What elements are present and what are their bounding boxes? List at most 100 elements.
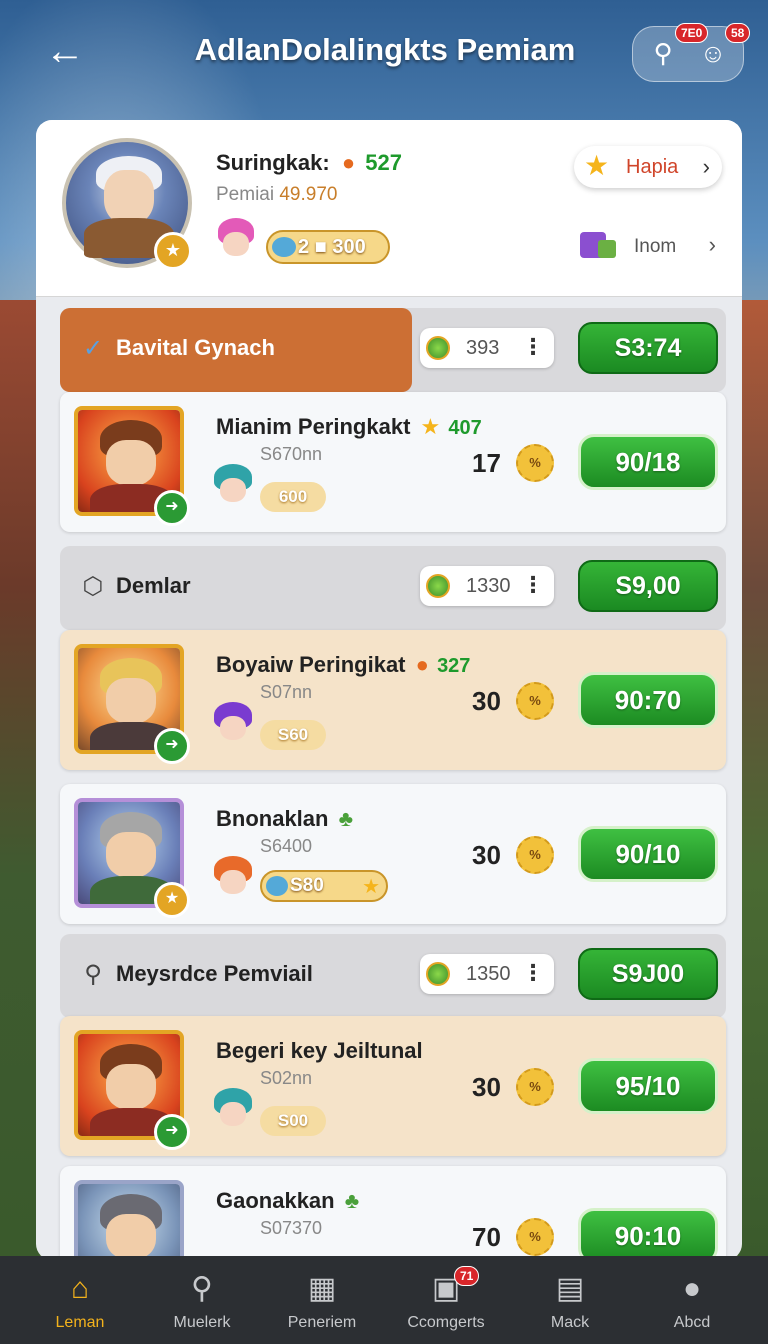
card-buy-button[interactable]: 95/10 <box>578 1058 718 1114</box>
section-header-meysrdce: ⚲ Meysrdce Pemviail 1350 ⋮ S9J00 <box>60 934 726 1018</box>
discount-badge-icon: % <box>516 836 554 874</box>
section-header-bavital: ✓ Bavital Gynach 393 ⋮ S3:74 <box>60 308 726 392</box>
companion-avatar <box>210 856 256 906</box>
section-price-button[interactable]: S9J00 <box>578 948 718 1000</box>
reward-card[interactable]: ➜ Mianim Peringkakt ★ 407 S670nn 600 17 … <box>60 392 726 532</box>
card-name: Mianim Peringkakt <box>216 414 411 439</box>
card-buy-button[interactable]: 90:70 <box>578 672 718 728</box>
more-icon: ⋮ <box>522 334 544 359</box>
inom-label: Inom <box>634 236 677 257</box>
companion-avatar <box>210 1088 256 1138</box>
discount-badge-icon: % <box>516 444 554 482</box>
companion-avatar <box>210 702 256 752</box>
top-bar: ← AdlanDolalingkts Pemiam ⚲ ☺ 7E0 58 <box>0 0 768 110</box>
card-count: 30 <box>472 686 501 716</box>
inom-link[interactable]: Inom › <box>580 228 720 268</box>
reward-card[interactable]: ➜ Boyaiw Peringikat ● 327 S07nn S60 30 %… <box>60 630 726 770</box>
card-buy-button[interactable]: 90:10 <box>578 1208 718 1260</box>
section-stat-value: 393 <box>466 337 500 359</box>
section-stat[interactable]: 1350 ⋮ <box>420 954 554 994</box>
card-count: 30 <box>472 840 501 870</box>
go-arrow-icon[interactable]: ➜ <box>154 1114 190 1150</box>
notification-badge: 7E0 <box>675 23 709 43</box>
card-name: Begeri key Jeiltunal <box>216 1038 423 1063</box>
clover-icon: ♣ <box>338 806 354 831</box>
nav-label: Muelerk <box>173 1314 231 1331</box>
player-sub-value: 49.970 <box>279 184 338 205</box>
section-tab[interactable]: ⬡ Demlar <box>60 546 412 630</box>
go-arrow-icon[interactable]: ➜ <box>154 728 190 764</box>
clover-icon: ♣ <box>344 1188 360 1213</box>
nav-item-inventory[interactable]: ▤ Mack <box>506 1256 634 1344</box>
hero-portrait <box>74 1180 184 1260</box>
rank-star-icon: ★ <box>154 882 190 918</box>
card-name-value: 327 <box>437 655 471 677</box>
nav-item-search[interactable]: ⚲ Muelerk <box>138 1256 266 1344</box>
reward-card[interactable]: Gaonakkan ♣ S07370 70 % 90:10 <box>60 1166 726 1260</box>
orb-icon <box>426 336 450 360</box>
card-buy-button[interactable]: 90/18 <box>578 434 718 490</box>
companion-avatar <box>214 218 258 266</box>
back-arrow-icon[interactable]: ← <box>42 28 88 74</box>
nav-item-grid[interactable]: ▦ Peneriem <box>258 1256 386 1344</box>
nav-item-home[interactable]: ⌂ Leman <box>16 1256 144 1344</box>
friends-badge: 58 <box>725 23 751 43</box>
chevron-right-icon: › <box>702 154 710 179</box>
rank-star-icon: ★ <box>154 232 192 270</box>
section-stat[interactable]: 393 ⋮ <box>420 328 554 368</box>
discount-badge-icon: % <box>516 682 554 720</box>
orb-icon <box>426 962 450 986</box>
nav-label: Ccomgerts <box>407 1314 485 1331</box>
card-subtitle: S670nn <box>260 444 323 464</box>
discount-badge-icon: % <box>516 1218 554 1256</box>
card-cost-pill: S60 <box>260 720 326 750</box>
card-name: Bnonaklan <box>216 806 329 831</box>
section-price-button[interactable]: S9,00 <box>578 560 718 612</box>
section-tab[interactable]: ✓ Bavital Gynach <box>60 308 412 392</box>
hapia-label: Hapia <box>626 156 679 178</box>
gem-icon <box>272 237 296 257</box>
companion-avatar <box>210 464 256 514</box>
section-label: Demlar <box>116 573 191 598</box>
player-profile: ★ Suringkak: ● 527 Pemiai 49.970 2 ■ 300… <box>36 120 742 297</box>
card-subtitle: S02nn <box>260 1068 313 1088</box>
section-stat[interactable]: 1330 ⋮ <box>420 566 554 606</box>
section-tab[interactable]: ⚲ Meysrdce Pemviail <box>60 934 412 1018</box>
profile-icon: ● <box>682 1272 702 1305</box>
nav-item-profile[interactable]: ● Abcd <box>628 1256 756 1344</box>
currency-pill[interactable]: 2 ■ 300 <box>266 230 390 264</box>
reward-card[interactable]: ➜ Begeri key Jeiltunal S02nn S00 30 % 95… <box>60 1016 726 1156</box>
player-subline: Pemiai 49.970 <box>216 184 337 206</box>
gift-box-small-icon <box>598 240 616 258</box>
nav-label: Mack <box>550 1314 590 1331</box>
discount-badge-icon: % <box>516 1068 554 1106</box>
card-name: Boyaiw Peringikat <box>216 652 406 677</box>
go-arrow-icon[interactable]: ➜ <box>154 490 190 526</box>
card-count: 70 <box>472 1222 501 1252</box>
nav-item-chest[interactable]: ▣ 71 Ccomgerts <box>382 1256 510 1344</box>
more-icon: ⋮ <box>522 572 544 597</box>
card-subtitle: S07370 <box>260 1218 323 1238</box>
section-price-button[interactable]: S3:74 <box>578 322 718 374</box>
hapia-button[interactable]: ★ Hapia › <box>574 146 722 188</box>
card-name-value: 407 <box>448 417 482 439</box>
card-subtitle: S07nn <box>260 682 313 702</box>
card-buy-button[interactable]: 90/10 <box>578 826 718 882</box>
section-header-demlar: ⬡ Demlar 1330 ⋮ S9,00 <box>60 546 726 630</box>
more-icon: ⋮ <box>522 960 544 985</box>
balloon-icon: ● <box>341 150 356 175</box>
bottom-nav: ⌂ Leman ⚲ Muelerk ▦ Peneriem ▣ 71 Ccomge… <box>0 1256 768 1344</box>
card-cost-pill: S80 ★ <box>260 870 388 902</box>
card-title: Mianim Peringkakt ★ 407 <box>216 414 482 440</box>
card-count: 17 <box>472 448 501 478</box>
card-title: Boyaiw Peringikat ● 327 <box>216 652 470 678</box>
card-name: Gaonakkan <box>216 1188 335 1213</box>
card-cost-value: S80 <box>290 875 324 896</box>
reward-card[interactable]: ★ Bnonaklan ♣ S6400 S80 ★ 30 % 90/10 <box>60 784 726 924</box>
search-icon: ⚲ <box>191 1272 213 1305</box>
inventory-icon: ▤ <box>555 1272 585 1305</box>
grid-icon: ▦ <box>307 1272 337 1305</box>
card-title: Gaonakkan ♣ <box>216 1188 359 1214</box>
balloon-icon: ● <box>415 652 429 677</box>
search-icon[interactable]: ⚲ <box>647 37 679 69</box>
